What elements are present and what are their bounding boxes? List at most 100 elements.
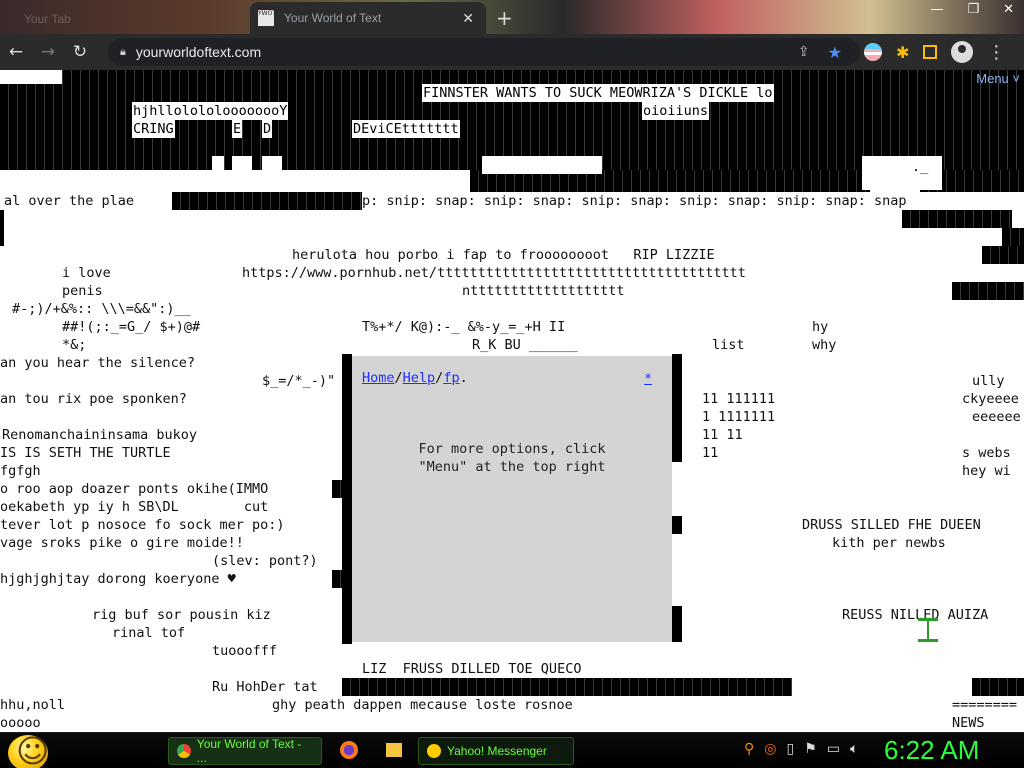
- system-tray: ⚲ ◎ ▯ ⚑ ▭ 🔈︎: [744, 741, 858, 757]
- text-line: NEWS: [952, 715, 985, 731]
- text-line: s webs: [962, 445, 1011, 461]
- lock-icon[interactable]: 🔒︎: [120, 45, 126, 59]
- text-line: 1 1111111: [702, 409, 776, 425]
- task-label: Yahoo! Messenger: [447, 744, 547, 758]
- url-text[interactable]: yourworldoftext.com: [136, 44, 798, 60]
- text-line: oekabeth yp iy h SB\DL cut: [0, 499, 269, 515]
- back-button[interactable]: ←: [0, 42, 32, 62]
- text-line: hjghjghjtay dorong koeryone ♥: [0, 571, 236, 587]
- text-line: fgfgh: [0, 463, 41, 479]
- text-line: DEviCEttttttt: [352, 120, 460, 138]
- black-region: [0, 210, 4, 246]
- volume-icon[interactable]: 🔈︎: [850, 741, 858, 757]
- ywot-favicon-icon: YWOT: [258, 10, 276, 26]
- text-line: *&;: [62, 337, 87, 353]
- restore-button[interactable]: ❐: [963, 0, 983, 19]
- clock[interactable]: 6:22 AM: [884, 733, 979, 767]
- text-line: why: [812, 337, 837, 353]
- white-patch: [262, 156, 282, 174]
- white-patch: [212, 156, 224, 174]
- bookmark-star-icon[interactable]: ★: [828, 43, 842, 62]
- text-line: REUSS NILLED AUIZA: [842, 607, 989, 623]
- black-region: [172, 192, 362, 210]
- text-cursor-icon: [918, 618, 938, 642]
- help-link[interactable]: Help: [403, 370, 436, 386]
- text-line: IS IS SETH THE TURTLE: [0, 445, 171, 461]
- white-patch: [0, 174, 470, 192]
- firefox-icon[interactable]: [340, 741, 358, 759]
- text-line: rinal tof: [112, 625, 186, 641]
- active-tab[interactable]: YWOT Your World of Text ✕: [250, 2, 486, 34]
- text-line: ._: [912, 159, 929, 175]
- window-close-button[interactable]: ✕: [999, 0, 1018, 19]
- white-patch: [232, 156, 252, 174]
- text-line: Renomanchaininsama bukoy: [2, 427, 198, 443]
- text-line: $_=/*_-)": [262, 373, 336, 389]
- black-region: [342, 678, 792, 696]
- start-button-smiley-icon[interactable]: [8, 732, 49, 768]
- new-tab-button[interactable]: +: [496, 6, 513, 30]
- text-line: 11 11: [702, 427, 743, 443]
- taskbar-chrome-window[interactable]: Your World of Text - ...: [168, 737, 322, 765]
- browser-tab-strip: Your Tab YWOT Your World of Text ✕ + — ❐…: [0, 0, 1024, 34]
- text-line: LIZ FRUSS DILLED TOE QUECO: [362, 661, 582, 677]
- text-line: R_K BU ______: [472, 337, 578, 353]
- yahoo-messenger-icon: [427, 744, 441, 758]
- browser-toolbar: ← → ↻ 🔒︎ yourworldoftext.com ⇪ ★ ✱ ⋮: [0, 34, 1024, 70]
- extensions-puzzle-icon[interactable]: ✱: [896, 43, 909, 62]
- home-link[interactable]: Home: [362, 370, 395, 386]
- text-line: nttttttttttttttttttt: [462, 283, 625, 299]
- text-line: kith per newbs: [832, 535, 946, 551]
- text-line: ully: [972, 373, 1005, 389]
- text-line: ghy peath dappen mecause loste rosnoe: [272, 697, 573, 713]
- text-world-canvas[interactable]: Menu ˅ FINNSTER WANTS TO SUCK MEOWRIZA'S…: [0, 70, 1024, 732]
- popup-border-right: [672, 354, 682, 462]
- text-line: penis: [62, 283, 103, 299]
- window-controls: — ❐ ✕: [926, 0, 1018, 19]
- text-line: i love: [62, 265, 111, 281]
- search-icon[interactable]: ⚲: [744, 741, 754, 757]
- minimize-button[interactable]: —: [926, 0, 947, 19]
- popup-close-button[interactable]: *: [644, 372, 652, 387]
- inactive-tab[interactable]: Your Tab: [14, 4, 234, 34]
- white-patch: [862, 156, 942, 190]
- forward-button[interactable]: →: [32, 42, 64, 62]
- pride-flag-extension-icon[interactable]: [864, 43, 882, 61]
- text-line: p: snip: snap: snip: snap: snip: snap: s…: [362, 193, 907, 209]
- white-patch: [482, 156, 602, 174]
- text-line: hy: [812, 319, 829, 335]
- black-region: [972, 678, 1024, 696]
- taskbar: Your World of Text - ... Yahoo! Messenge…: [0, 732, 1024, 768]
- folder-icon[interactable]: [386, 743, 402, 757]
- network-icon[interactable]: ▭: [827, 741, 840, 757]
- black-region: [952, 282, 1024, 300]
- profile-avatar-icon[interactable]: [951, 41, 974, 63]
- text-line: Ru HohDer tat: [212, 679, 318, 695]
- taskbar-messenger-window[interactable]: Yahoo! Messenger: [418, 737, 574, 765]
- fp-link[interactable]: fp: [443, 370, 459, 386]
- menu-link[interactable]: Menu ˅: [976, 71, 1020, 86]
- tab-title: Your World of Text: [284, 11, 382, 25]
- close-tab-icon[interactable]: ✕: [458, 10, 478, 27]
- text-line: herulota hou porbo i fap to froooooooot …: [292, 247, 715, 263]
- reload-button[interactable]: ↻: [64, 42, 96, 62]
- text-line: ##!(;:_=G_/ $+)@#: [62, 319, 201, 335]
- text-line: DRUSS SILLED FHE DUEEN: [802, 517, 981, 533]
- text-line: tever lot p nosoce fo sock mer po:): [0, 517, 285, 533]
- side-panel-icon[interactable]: [923, 45, 938, 59]
- text-line: eeeeee: [972, 409, 1021, 425]
- text-line: CRING: [132, 120, 175, 138]
- text-line: oioiiuns: [642, 102, 710, 120]
- text-line: o roo aop doazer ponts okihe(IMMO: [0, 481, 269, 497]
- share-icon[interactable]: ⇪: [798, 44, 810, 60]
- document-icon[interactable]: ▯: [786, 741, 794, 757]
- ring-icon[interactable]: ◎: [764, 741, 776, 757]
- flag-icon[interactable]: ⚑: [804, 741, 817, 757]
- popup-nav: Home/Help/fp.: [362, 370, 468, 386]
- address-bar[interactable]: 🔒︎ yourworldoftext.com ⇪ ★: [108, 38, 860, 66]
- popup-border-left: [342, 354, 352, 644]
- text-line: ooooo: [0, 715, 41, 731]
- more-menu-icon[interactable]: ⋮: [987, 42, 1005, 63]
- text-line: tuooofff: [212, 643, 278, 659]
- black-region: [902, 210, 1012, 228]
